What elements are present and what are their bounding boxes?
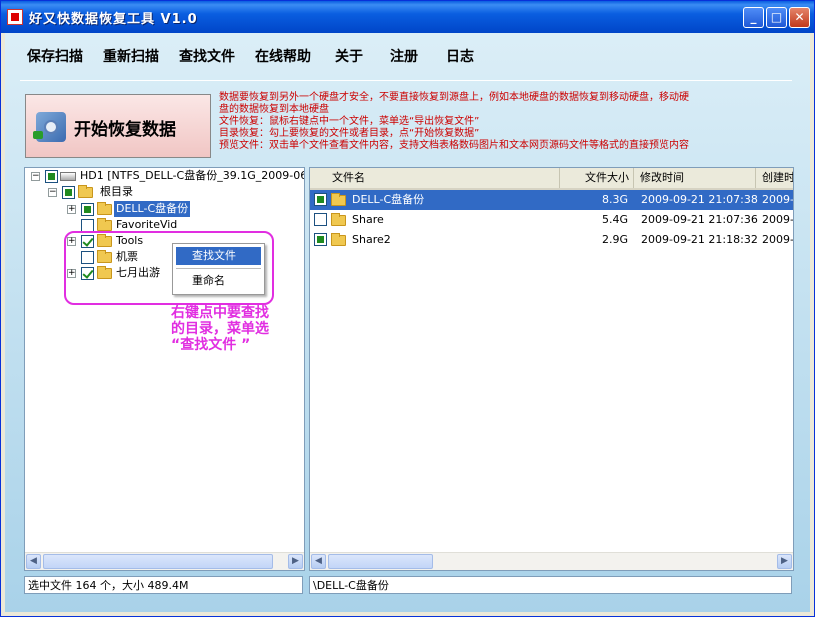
file-modified: 2009-09-21 21:07:36 <box>641 213 758 226</box>
expand-icon[interactable]: + <box>67 205 76 214</box>
table-row[interactable]: Share 5.4G 2009-09-21 21:07:36 2009-0 <box>310 210 793 230</box>
info-line: 预览文件：双击单个文件查看文件内容，支持文档表格数码图片和文本网页源码文件等格式… <box>219 140 689 151</box>
file-size: 5.4G <box>601 213 628 226</box>
minimize-button[interactable]: _ <box>743 7 764 28</box>
tree-horizontal-scrollbar[interactable]: ◀ ▶ <box>25 552 304 570</box>
menu-log[interactable]: 日志 <box>446 46 474 66</box>
annotation-text: 右键点中要查找 的目录，菜单选 “查找文件 ” <box>171 305 301 353</box>
menu-online-help[interactable]: 在线帮助 <box>255 46 311 66</box>
info-line: 数据要恢复到另外一个硬盘才安全，不要直接恢复到源盘上，例如本地硬盘的数据恢复到移… <box>219 92 689 103</box>
info-line: 文件恢复：鼠标右键点中一个文件，菜单选“导出恢复文件” <box>219 116 480 127</box>
start-recovery-label: 开始恢复数据 <box>74 120 176 140</box>
column-header-name[interactable]: 文件名 <box>310 168 560 188</box>
status-selection-summary: 选中文件 164 个，大小 489.4M <box>24 576 303 594</box>
table-row[interactable]: Share2 2.9G 2009-09-21 21:18:32 2009-0 <box>310 230 793 250</box>
directory-tree[interactable]: − HD1 [NTFS_DELL-C盘备份_39.1G_2009-06-1 − … <box>24 167 305 571</box>
collapse-icon[interactable]: − <box>31 172 40 181</box>
file-created: 2009-0 <box>762 233 794 246</box>
title-bar[interactable]: 好又快数据恢复工具 V1.0 _ □ ✕ <box>1 1 814 33</box>
file-name: Share2 <box>352 233 391 246</box>
file-size: 8.3G <box>601 193 628 206</box>
tree-label-root: 根目录 <box>100 185 133 198</box>
info-line: 盘的数据恢复到本地硬盘 <box>219 104 329 115</box>
checkbox[interactable] <box>314 213 327 226</box>
close-button[interactable]: ✕ <box>789 7 810 28</box>
menu-save-scan[interactable]: 保存扫描 <box>27 46 83 66</box>
checkbox[interactable] <box>314 193 327 206</box>
file-list[interactable]: 文件名 文件大小 修改时间 创建时 DELL-C盘备份 8.3G 2009-09… <box>309 167 794 571</box>
file-modified: 2009-09-21 21:18:32 <box>641 233 758 246</box>
folder-icon <box>78 185 93 198</box>
menu-bar: 保存扫描 重新扫描 查找文件 在线帮助 关于 注册 日志 <box>5 46 795 70</box>
context-menu-rename[interactable]: 重命名 <box>176 272 261 290</box>
file-name: DELL-C盘备份 <box>352 193 425 206</box>
annotation-line: 的目录，菜单选 <box>171 321 269 337</box>
tree-label-drive: HD1 [NTFS_DELL-C盘备份_39.1G_2009-06-1 <box>80 169 305 182</box>
scroll-right-icon[interactable]: ▶ <box>777 554 792 569</box>
folder-icon <box>331 213 346 226</box>
annotation-line: 右键点中要查找 <box>171 305 269 321</box>
checkbox[interactable] <box>314 233 327 246</box>
disk-recovery-icon <box>33 112 66 142</box>
menu-about[interactable]: 关于 <box>335 46 363 66</box>
scroll-left-icon[interactable]: ◀ <box>311 554 326 569</box>
column-header-created[interactable]: 创建时 <box>756 168 793 188</box>
folder-icon <box>331 233 346 246</box>
app-window: 好又快数据恢复工具 V1.0 _ □ ✕ 保存扫描 重新扫描 查找文件 在线帮助… <box>0 0 815 617</box>
hard-drive-icon <box>60 172 76 181</box>
folder-icon <box>97 218 112 231</box>
file-modified: 2009-09-21 21:07:38 <box>641 193 758 206</box>
app-icon <box>7 9 23 25</box>
checkbox[interactable] <box>62 186 75 199</box>
checkbox[interactable] <box>81 203 94 216</box>
start-recovery-button[interactable]: 开始恢复数据 <box>25 94 211 158</box>
scroll-right-icon[interactable]: ▶ <box>288 554 303 569</box>
folder-icon <box>97 202 112 215</box>
folder-icon <box>331 193 346 206</box>
menu-register[interactable]: 注册 <box>390 46 418 66</box>
file-created: 2009-0 <box>762 213 794 226</box>
context-menu-find-file[interactable]: 查找文件 <box>176 247 261 265</box>
tree-item-label: DELL-C盘备份 <box>114 201 191 217</box>
context-menu-separator <box>176 268 261 269</box>
info-line: 目录恢复：勾上要恢复的文件或者目录，点“开始恢复数据” <box>219 128 480 139</box>
table-row[interactable]: DELL-C盘备份 8.3G 2009-09-21 21:07:38 2009-… <box>310 190 793 210</box>
scroll-thumb[interactable] <box>328 554 433 569</box>
column-header-modified[interactable]: 修改时间 <box>634 168 756 188</box>
menu-rescan[interactable]: 重新扫描 <box>103 46 159 66</box>
column-header-size[interactable]: 文件大小 <box>560 168 634 188</box>
file-name: Share <box>352 213 384 226</box>
scroll-left-icon[interactable]: ◀ <box>26 554 41 569</box>
status-current-path: \DELL-C盘备份 <box>309 576 792 594</box>
file-size: 2.9G <box>601 233 628 246</box>
maximize-button[interactable]: □ <box>766 7 787 28</box>
menu-separator <box>20 80 792 81</box>
checkbox[interactable] <box>45 170 58 183</box>
menu-find-file[interactable]: 查找文件 <box>179 46 235 66</box>
window-title: 好又快数据恢复工具 V1.0 <box>29 12 198 27</box>
info-text: 数据要恢复到另外一个硬盘才安全，不要直接恢复到源盘上，例如本地硬盘的数据恢复到移… <box>219 92 797 152</box>
client-area: 保存扫描 重新扫描 查找文件 在线帮助 关于 注册 日志 开始恢复数据 数据要恢… <box>5 33 810 612</box>
list-horizontal-scrollbar[interactable]: ◀ ▶ <box>310 552 793 570</box>
file-created: 2009-0 <box>762 193 794 206</box>
scroll-thumb[interactable] <box>43 554 273 569</box>
list-header: 文件名 文件大小 修改时间 创建时 <box>310 168 793 190</box>
context-menu: 查找文件 重命名 <box>172 243 265 295</box>
annotation-line: “查找文件 ” <box>171 337 251 353</box>
collapse-icon[interactable]: − <box>48 188 57 197</box>
